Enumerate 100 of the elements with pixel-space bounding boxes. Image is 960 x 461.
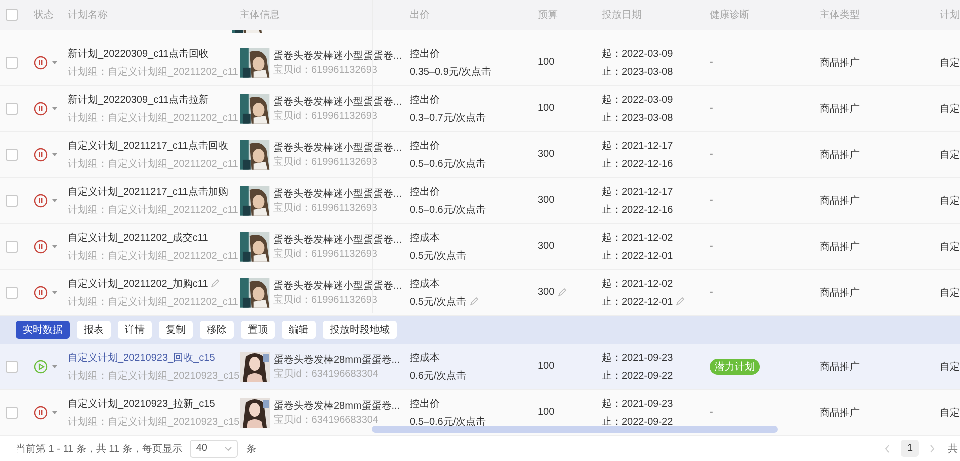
checkbox[interactable]: [6, 194, 18, 206]
start-date: 起：2022-03-09: [602, 48, 674, 60]
checkbox[interactable]: [6, 102, 18, 114]
plan-group-value: 自定: [940, 194, 960, 208]
checkbox[interactable]: [6, 56, 18, 68]
table-row[interactable]: 自定义计划_20211202_成交c11 计划组：自定义计划组_20211202_c11 蛋卷头卷发棒迷小型蛋蛋卷... 宝贝id：619961132693 控成本 0.5元/次点击 300 起：2021-12-02 止：2022-12-01 - 商品推广 自定: [0, 224, 960, 270]
product-title[interactable]: 蛋卷头卷发棒迷小型蛋蛋卷...: [274, 48, 402, 62]
product-title[interactable]: 蛋卷头卷发棒迷小型蛋蛋卷...: [274, 186, 402, 200]
table-row[interactable]: 自定义计划_20210923_回收_c15 计划组：自定义计划组_20210923_c15 蛋卷头卷发棒28mm蛋蛋卷... 宝贝id：634196683304 控成本 0.6元/次点击 100 起：2021-09-23 止：2022-09-22 潜力计划 商品推广 自定: [0, 344, 960, 390]
bid-type: 控成本: [410, 352, 440, 364]
item-id: 宝贝id：619961132693: [274, 156, 378, 168]
plan-name[interactable]: 自定义计划_20211202_成交c11: [68, 230, 208, 244]
plan-name[interactable]: 新计划_20220309_c11点击回收: [68, 46, 209, 60]
end-date: 止：2022-12-16: [602, 204, 674, 216]
scrollbar[interactable]: [372, 426, 778, 433]
bid-value: 0.3–0.7元/次点击: [410, 112, 486, 124]
pagination-summary: 当前第 1 - 11 条，共 11 条，每页显示: [16, 442, 182, 456]
action-button[interactable]: 置顶: [241, 321, 275, 339]
plan-group: 计划组：自定义计划组_20210923_c15: [68, 368, 240, 382]
budget-value: 100: [538, 103, 555, 114]
start-date: 起：2021-09-23: [602, 352, 674, 364]
pencil-icon: [211, 279, 220, 288]
caret-icon: [52, 290, 58, 294]
end-date: 止：2023-03-08: [602, 66, 674, 78]
plan-name[interactable]: 新计划_20220309_c11点击拉新: [68, 92, 209, 106]
product-title[interactable]: 蛋卷头卷发棒28mm蛋蛋卷...: [274, 398, 400, 412]
plan-group-value: 自定: [940, 406, 960, 420]
page-size-select[interactable]: 40: [190, 440, 238, 458]
budget-value: 300: [538, 241, 555, 252]
table-row[interactable]: 新计划_20220309_c11点击回收 计划组：自定义计划组_20211202_c11 蛋卷头卷发棒迷小型蛋蛋卷... 宝贝id：619961132693 控出价 0.35–0.9元/次点击 100 起：2022-03-09 止：2023-03-08 - 商品推广 自定: [0, 40, 960, 86]
table-row[interactable]: 新计划_20220309_c11点击拉新 计划组：自定义计划组_20211202_c11 蛋卷头卷发棒迷小型蛋蛋卷... 宝贝id：619961132693 控出价 0.3–0.7元/次点击 100 起：2022-03-09 止：2023-03-08 - 商品推广 自定: [0, 86, 960, 132]
checkbox[interactable]: [6, 9, 18, 21]
caret-icon: [52, 244, 58, 248]
bid-value: 0.6元/次点击: [410, 370, 467, 382]
plan-name[interactable]: 自定义计划_20210923_回收_c15: [68, 350, 216, 364]
start-date: 起：2021-12-02: [602, 232, 674, 244]
end-date: 止：2023-03-08: [602, 112, 674, 124]
end-date: 止：2022-12-01: [602, 296, 674, 308]
caret-icon: [52, 152, 58, 156]
plan-name[interactable]: 自定义计划_20211217_c11点击回收: [68, 138, 228, 152]
budget-value: 300: [538, 287, 555, 298]
product-title[interactable]: 蛋卷头卷发棒迷小型蛋蛋卷...: [274, 278, 402, 292]
action-button[interactable]: 投放时段地域: [323, 321, 397, 339]
plan-group: 计划组：自定义计划组_20210923_c15: [68, 414, 240, 428]
empty-value: -: [710, 103, 714, 114]
subject-type: 商品推广: [820, 102, 860, 116]
action-button[interactable]: 移除: [200, 321, 234, 339]
total-label: 共: [948, 442, 958, 456]
action-button[interactable]: 复制: [159, 321, 193, 339]
plan-group: 计划组：自定义计划组_20211202_c11: [68, 110, 238, 124]
checkbox[interactable]: [6, 286, 18, 298]
table-row[interactable]: 自定义计划_20211217_c11点击加购 计划组：自定义计划组_20211202_c11 蛋卷头卷发棒迷小型蛋蛋卷... 宝贝id：619961132693 控出价 0.5–0.6元/次点击 300 起：2021-12-17 止：2022-12-16 - 商品推广 自定: [0, 178, 960, 224]
subject-type: 商品推广: [820, 240, 860, 254]
budget-value: 100: [538, 57, 555, 68]
checkbox[interactable]: [6, 406, 18, 418]
checkbox[interactable]: [6, 240, 18, 252]
budget-value: 300: [538, 149, 555, 160]
plan-group-value: 自定: [940, 360, 960, 374]
item-id: 宝贝id：634196683304: [274, 368, 380, 380]
plan-name[interactable]: 自定义计划_20211217_c11点击加购: [68, 184, 228, 198]
start-date: 起：2021-12-17: [602, 186, 674, 198]
end-date: 止：2022-09-22: [602, 370, 674, 382]
health-tag: 潜力计划: [710, 358, 760, 374]
plan-group-value: 自定: [940, 102, 960, 116]
action-button[interactable]: 详情: [118, 321, 152, 339]
bid-value: 0.35–0.9元/次点击: [410, 66, 492, 78]
bid-type: 控成本: [410, 232, 440, 244]
product-title[interactable]: 蛋卷头卷发棒迷小型蛋蛋卷...: [274, 232, 402, 246]
plan-group-value: 自定: [940, 148, 960, 162]
action-button[interactable]: 编辑: [282, 321, 316, 339]
product-title[interactable]: 蛋卷头卷发棒迷小型蛋蛋卷...: [274, 140, 402, 154]
empty-value: -: [710, 287, 714, 298]
budget-value: 100: [538, 407, 555, 418]
start-date: 起：2021-12-17: [602, 140, 674, 152]
subject-type: 商品推广: [820, 56, 860, 70]
product-title[interactable]: 蛋卷头卷发棒28mm蛋蛋卷...: [274, 352, 400, 366]
plan-group: 计划组：自定义计划组_20211202_c11: [68, 64, 238, 78]
start-date: 起：2022-03-09: [602, 94, 674, 106]
plan-name[interactable]: 自定义计划_20210923_拉新_c15: [68, 396, 216, 410]
checkbox[interactable]: [6, 360, 18, 372]
plan-name[interactable]: 自定义计划_20211202_加购c11: [68, 276, 208, 290]
start-date: 起：2021-09-23: [602, 398, 674, 410]
plan-group-value: 自定: [940, 240, 960, 254]
bid-value: 0.5–0.6元/次点击: [410, 204, 486, 216]
end-date: 止：2022-12-01: [602, 250, 674, 262]
action-button[interactable]: 实时数据: [16, 321, 70, 339]
action-button[interactable]: 报表: [77, 321, 111, 339]
bid-type: 控出价: [410, 140, 440, 152]
page-button[interactable]: 1: [901, 440, 919, 457]
budget-value: 100: [538, 361, 555, 372]
chevron-right-icon: [930, 444, 935, 452]
plan-group: 计划组：自定义计划组_20211202_c11: [68, 202, 238, 216]
empty-value: -: [710, 241, 714, 252]
pencil-icon: [470, 297, 479, 306]
bid-type: 控出价: [410, 94, 440, 106]
table-row[interactable]: 自定义计划_20211217_c11点击回收 计划组：自定义计划组_20211202_c11 蛋卷头卷发棒迷小型蛋蛋卷... 宝贝id：619961132693 控出价 0.5–0.6元/次点击 300 起：2021-12-17 止：2022-12-16 - 商品推广 自定: [0, 132, 960, 178]
checkbox[interactable]: [6, 148, 18, 160]
plan-group: 计划组：自定义计划组_20211202_c11: [68, 156, 238, 170]
product-title[interactable]: 蛋卷头卷发棒迷小型蛋蛋卷...: [274, 94, 402, 108]
item-id: 宝贝id：619961132693: [274, 248, 378, 260]
